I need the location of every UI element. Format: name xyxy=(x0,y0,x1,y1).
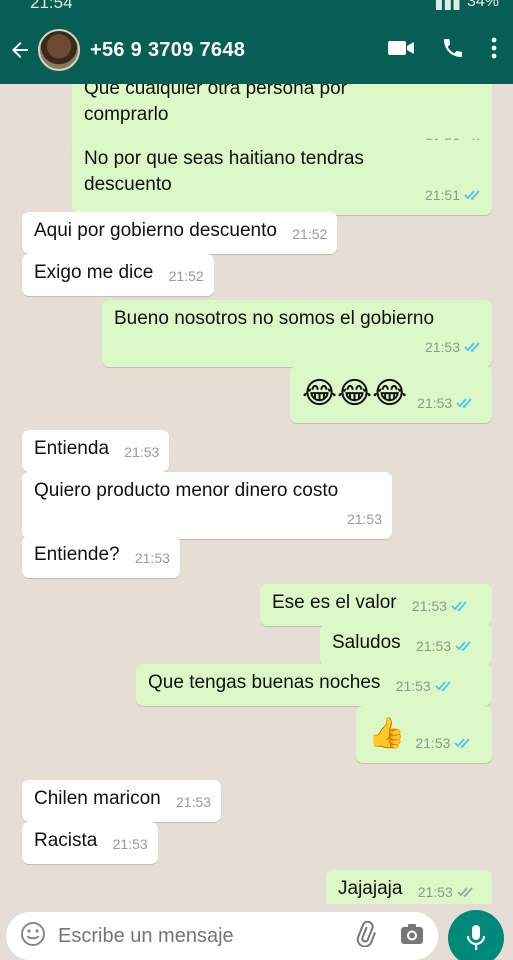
message-text: Chilen maricon xyxy=(34,788,161,809)
message-text: Ese es el valor xyxy=(272,592,397,613)
camera-icon[interactable] xyxy=(400,923,424,950)
message-input-box xyxy=(6,912,438,960)
message-outgoing[interactable]: 😂😂😂 21:53 xyxy=(290,366,492,423)
message-outgoing[interactable]: Bueno nosotros no somos el gobierno 21:5… xyxy=(102,300,492,367)
message-incoming[interactable]: Entiende? 21:53 xyxy=(22,536,180,578)
message-meta: 21:53 xyxy=(412,593,469,619)
status-icons: ▮▮▮ 34% xyxy=(435,0,499,13)
status-bar: 21:54 ▮▮▮ 34% xyxy=(0,0,513,16)
message-text: Quiero producto menor dinero costo xyxy=(34,480,339,501)
voice-call-icon[interactable] xyxy=(441,36,465,65)
message-time: 21:53 xyxy=(124,444,160,460)
message-time: 21:53 xyxy=(411,598,447,614)
read-ticks-icon xyxy=(454,738,471,749)
message-time: 21:53 xyxy=(346,511,382,527)
thumbs-up-emoji-icon: 👍 xyxy=(368,717,406,750)
message-input[interactable] xyxy=(58,924,354,948)
read-ticks-icon xyxy=(457,887,473,898)
message-incoming[interactable]: Aqui por gobierno descuento 21:52 xyxy=(22,212,338,254)
chat-area[interactable]: Que cualquier otra persona por comprarlo… xyxy=(0,84,513,904)
message-text: Bueno nosotros no somos el gobierno xyxy=(114,308,435,329)
contact-name[interactable]: +56 9 3709 7648 xyxy=(90,39,245,62)
message-meta: 21:53 xyxy=(417,390,474,416)
battery-level: 34% xyxy=(466,0,499,10)
message-time: 21:53 xyxy=(395,678,431,694)
message-incoming[interactable]: Chilen maricon 21:53 xyxy=(22,780,222,822)
signal-icon: ▮▮▮ xyxy=(434,0,461,12)
message-outgoing[interactable]: No por que seas haitiano tendras descuen… xyxy=(72,140,492,215)
message-outgoing[interactable]: Que tengas buenas noches 21:53 xyxy=(136,664,492,706)
message-outgoing[interactable]: 👍 21:53 xyxy=(356,706,492,763)
back-arrow-icon[interactable] xyxy=(2,38,38,62)
message-time: 21:52 xyxy=(168,268,204,284)
message-incoming[interactable]: Entienda 21:53 xyxy=(22,430,170,472)
message-outgoing[interactable]: Ese es el valor 21:53 xyxy=(260,584,492,626)
message-text: Exigo me dice xyxy=(34,262,154,283)
message-text: Que cualquier otra persona por comprarlo xyxy=(84,84,347,125)
read-ticks-icon xyxy=(455,641,471,652)
menu-dots-icon[interactable] xyxy=(491,37,497,64)
message-text: Entienda xyxy=(34,438,110,459)
composer xyxy=(0,904,513,960)
message-incoming[interactable]: Racista 21:53 xyxy=(22,822,158,864)
chat-header: +56 9 3709 7648 xyxy=(0,16,513,84)
contact-avatar[interactable] xyxy=(38,29,80,71)
message-text: Aqui por gobierno descuento xyxy=(34,220,277,241)
read-ticks-icon xyxy=(435,681,451,692)
message-meta: 21:53 xyxy=(396,673,453,699)
read-ticks-icon xyxy=(464,342,480,353)
message-text: Racista xyxy=(34,830,98,851)
message-meta: 21:53 xyxy=(114,334,482,360)
message-time: 21:51 xyxy=(424,187,460,203)
message-time: 21:53 xyxy=(417,884,453,900)
message-meta: 21:53 xyxy=(416,633,473,659)
read-ticks-icon xyxy=(456,398,472,409)
video-call-icon[interactable] xyxy=(387,38,415,63)
message-time: 21:53 xyxy=(417,395,453,411)
message-text: Que tengas buenas noches xyxy=(148,672,381,693)
message-text: Entiende? xyxy=(34,544,120,565)
message-outgoing[interactable]: Jajajaja 21:53 xyxy=(326,870,492,904)
message-time: 21:53 xyxy=(112,836,148,852)
message-text: Saludos xyxy=(332,632,401,653)
message-incoming[interactable]: Exigo me dice 21:52 xyxy=(22,254,214,296)
status-time: 21:54 xyxy=(30,0,73,12)
header-actions xyxy=(387,36,513,65)
message-time: 21:53 xyxy=(134,550,170,566)
read-ticks-icon xyxy=(464,190,480,201)
message-time: 21:53 xyxy=(176,794,212,810)
message-meta: 21:53 xyxy=(415,730,472,756)
laughing-emoji-icon: 😂😂😂 xyxy=(302,377,408,410)
emoji-icon[interactable] xyxy=(20,921,46,952)
message-time: 21:52 xyxy=(292,226,328,242)
message-time: 21:53 xyxy=(424,339,460,355)
message-incoming[interactable]: Quiero producto menor dinero costo 21:53 xyxy=(22,472,392,539)
message-time: 21:53 xyxy=(415,638,451,654)
mic-icon xyxy=(466,925,486,950)
message-outgoing[interactable]: Saludos 21:53 xyxy=(320,624,492,666)
attach-icon[interactable] xyxy=(354,920,377,952)
read-ticks-icon xyxy=(451,601,467,612)
message-text: Jajajaja xyxy=(338,878,403,899)
message-meta: 21:53 xyxy=(418,879,475,904)
mic-button[interactable] xyxy=(448,910,504,960)
message-time: 21:53 xyxy=(415,735,451,751)
